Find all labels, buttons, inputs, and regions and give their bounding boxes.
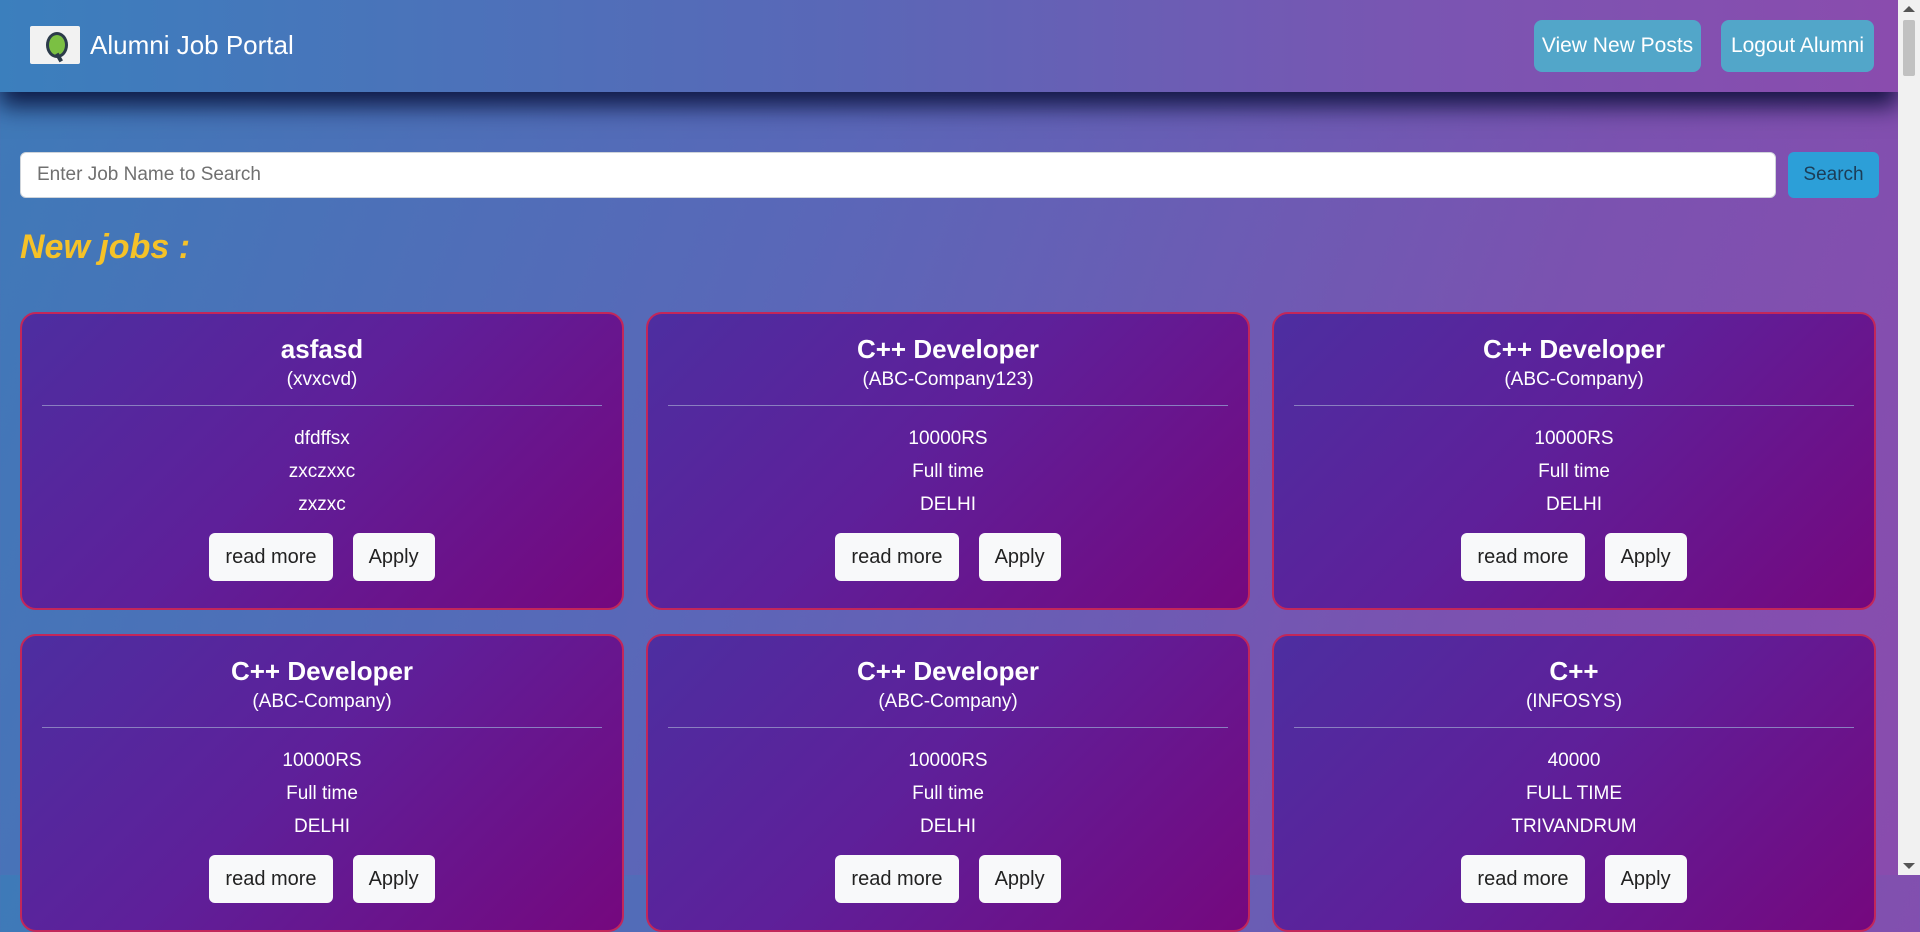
brand[interactable]: Alumni Job Portal [30,26,294,64]
job-title: asfasd [280,334,364,364]
job-company: (ABC-Company) [252,691,392,712]
navbar: Alumni Job Portal View New Posts Logout … [0,0,1898,92]
apply-button[interactable]: Apply [352,855,435,903]
section-title: New jobs : [20,228,191,266]
job-company: (ABC-Company) [1504,369,1644,390]
card-divider [1294,405,1854,406]
job-salary: 40000 [1547,750,1601,771]
apply-button[interactable]: Apply [978,855,1061,903]
job-card: C++ Developer (ABC-Company) 10000RS Full… [1272,312,1876,610]
job-company: (INFOSYS) [1525,691,1623,712]
read-more-button[interactable]: read more [1461,533,1585,581]
job-type: Full time [912,783,984,804]
read-more-button[interactable]: read more [1461,855,1585,903]
logout-button[interactable]: Logout Alumni [1721,20,1874,72]
job-type: Full time [912,461,984,482]
job-type: FULL TIME [1525,783,1623,804]
job-type: zxczxxc [288,461,356,482]
job-type: Full time [286,783,358,804]
job-location: DELHI [920,816,976,837]
job-card: C++ Developer (ABC-Company123) 10000RS F… [646,312,1250,610]
job-card: C++ Developer (ABC-Company) 10000RS Full… [646,634,1250,932]
scroll-thumb[interactable] [1903,20,1915,76]
scroll-up-arrow-icon[interactable] [1903,6,1915,12]
brand-title: Alumni Job Portal [90,29,294,60]
job-title: C++ Developer [856,334,1040,364]
job-location: DELHI [294,816,350,837]
job-card: C++ Developer (ABC-Company) 10000RS Full… [20,634,624,932]
job-company: (ABC-Company123) [862,369,1034,390]
job-location: zxzxc [298,494,346,515]
job-location: TRIVANDRUM [1511,816,1637,837]
job-salary: 10000RS [908,750,988,771]
job-salary: 10000RS [282,750,362,771]
apply-button[interactable]: Apply [1604,855,1687,903]
job-company: (xvxcvd) [286,369,358,390]
job-company: (ABC-Company) [878,691,1018,712]
read-more-button[interactable]: read more [835,533,959,581]
magnifier-logo-icon [30,26,80,64]
apply-button[interactable]: Apply [1604,533,1687,581]
card-divider [1294,727,1854,728]
card-divider [42,405,602,406]
card-divider [668,405,1228,406]
job-title: C++ Developer [856,656,1040,686]
job-salary: 10000RS [1534,428,1614,449]
job-title: C++ Developer [1482,334,1666,364]
vertical-scrollbar[interactable] [1898,0,1920,875]
read-more-button[interactable]: read more [209,533,333,581]
read-more-button[interactable]: read more [835,855,959,903]
job-search-input[interactable] [20,152,1776,198]
job-location: DELHI [920,494,976,515]
view-new-posts-button[interactable]: View New Posts [1534,20,1701,72]
job-title: C++ [1549,656,1599,686]
job-card: asfasd (xvxcvd) dfdffsx zxczxxc zxzxc re… [20,312,624,610]
card-divider [42,727,602,728]
job-salary: dfdffsx [294,428,350,449]
read-more-button[interactable]: read more [209,855,333,903]
job-salary: 10000RS [908,428,988,449]
apply-button[interactable]: Apply [978,533,1061,581]
card-divider [668,727,1228,728]
job-card: C++ (INFOSYS) 40000 FULL TIME TRIVANDRUM… [1272,634,1876,932]
job-title: C++ Developer [230,656,414,686]
search-button[interactable]: Search [1788,152,1879,198]
job-type: Full time [1538,461,1610,482]
scroll-down-arrow-icon[interactable] [1903,863,1915,869]
job-location: DELHI [1546,494,1602,515]
apply-button[interactable]: Apply [352,533,435,581]
